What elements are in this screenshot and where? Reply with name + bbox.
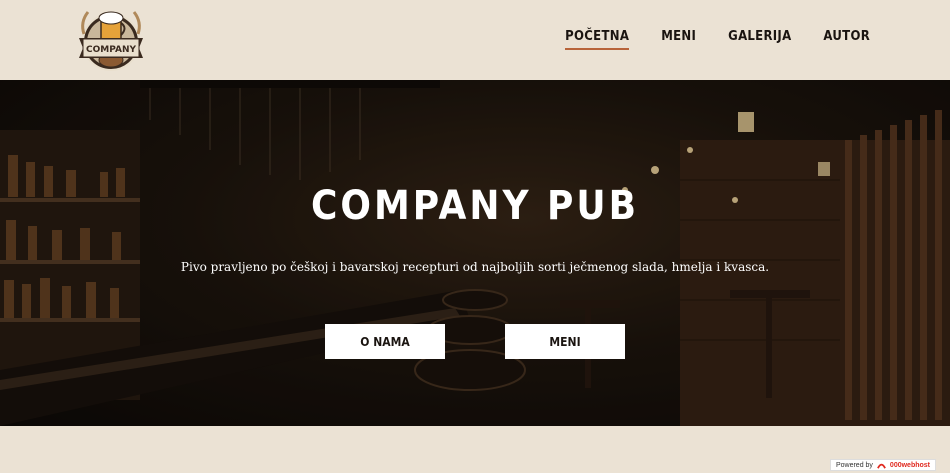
hero-title: COMPANY PUB bbox=[310, 183, 640, 229]
main-nav: POČETNA MENI GALERIJA AUTOR bbox=[533, 29, 870, 50]
nav-item-autor[interactable]: AUTOR bbox=[823, 29, 870, 50]
nav-item-meni[interactable]: MENI bbox=[661, 29, 696, 50]
webhost-icon bbox=[877, 463, 886, 469]
site-header: COMPANY POČETNA MENI GALERIJA AUTOR bbox=[0, 0, 950, 80]
hero-background-image bbox=[0, 80, 950, 426]
nav-item-galerija[interactable]: GALERIJA bbox=[728, 29, 791, 50]
company-logo[interactable]: COMPANY bbox=[76, 4, 146, 74]
powered-by-label: Powered by bbox=[835, 461, 873, 469]
nav-item-pocetna[interactable]: POČETNA bbox=[565, 29, 630, 50]
hero-subtitle: Pivo pravljeno po češkoj i bavarskoj rec… bbox=[180, 260, 770, 274]
powered-by-badge[interactable]: Powered by 000webhost bbox=[829, 459, 936, 471]
menu-button[interactable]: MENI bbox=[505, 324, 625, 359]
hero-section: COMPANY PUB Pivo pravljeno po češkoj i b… bbox=[0, 80, 950, 426]
host-name: 000webhost bbox=[889, 461, 930, 469]
about-button[interactable]: O NAMA bbox=[325, 324, 445, 359]
logo-text: COMPANY bbox=[86, 45, 136, 55]
